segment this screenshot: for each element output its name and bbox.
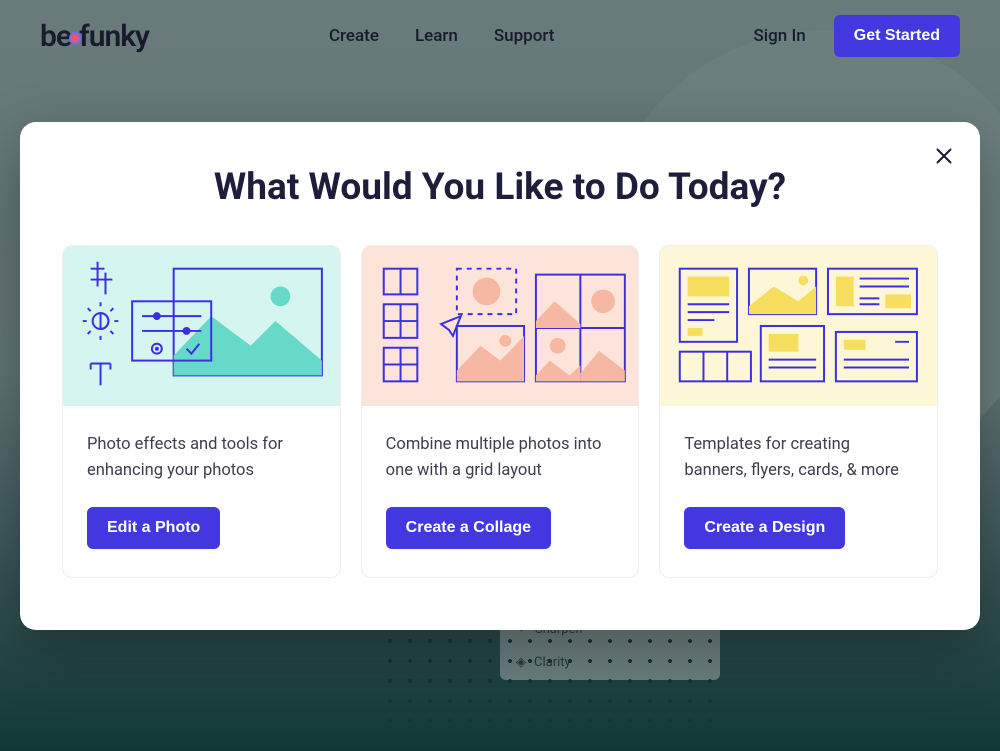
create-design-button[interactable]: Create a Design — [684, 507, 845, 549]
create-collage-button[interactable]: Create a Collage — [386, 507, 551, 549]
design-illustration-icon — [660, 246, 937, 406]
sign-in-link[interactable]: Sign In — [754, 26, 806, 46]
card-description: Combine multiple photos into one with a … — [386, 432, 615, 483]
header-actions: Sign In Get Started — [754, 15, 960, 57]
logo-dot-icon — [69, 32, 81, 44]
modal-title: What Would You Like to Do Today? — [62, 166, 938, 209]
card-illustration-collage — [362, 246, 639, 406]
card-create-collage: Combine multiple photos into one with a … — [361, 245, 640, 578]
card-illustration-design — [660, 246, 937, 406]
nav-support[interactable]: Support — [494, 26, 555, 46]
card-body: Templates for creating banners, flyers, … — [660, 406, 937, 577]
get-started-button[interactable]: Get Started — [834, 15, 960, 57]
card-description: Templates for creating banners, flyers, … — [684, 432, 913, 483]
option-cards: Photo effects and tools for enhancing yo… — [62, 245, 938, 578]
logo-text-right: funky — [79, 19, 149, 54]
main-nav: Create Learn Support — [329, 26, 555, 46]
collage-illustration-icon — [362, 246, 639, 406]
logo[interactable]: befunky — [40, 19, 149, 54]
close-icon — [934, 146, 954, 166]
nav-learn[interactable]: Learn — [415, 26, 458, 46]
site-header: befunky Create Learn Support Sign In Get… — [0, 0, 1000, 72]
welcome-modal: What Would You Like to Do Today? — [20, 122, 980, 630]
edit-photo-button[interactable]: Edit a Photo — [87, 507, 220, 549]
card-body: Combine multiple photos into one with a … — [362, 406, 639, 577]
nav-create[interactable]: Create — [329, 26, 379, 46]
logo-text-left: be — [40, 19, 71, 54]
card-create-design: Templates for creating banners, flyers, … — [659, 245, 938, 578]
card-illustration-edit — [63, 246, 340, 406]
edit-illustration-icon — [63, 246, 340, 406]
card-description: Photo effects and tools for enhancing yo… — [87, 432, 316, 483]
close-button[interactable] — [928, 140, 960, 172]
card-body: Photo effects and tools for enhancing yo… — [63, 406, 340, 577]
card-edit-photo: Photo effects and tools for enhancing yo… — [62, 245, 341, 578]
